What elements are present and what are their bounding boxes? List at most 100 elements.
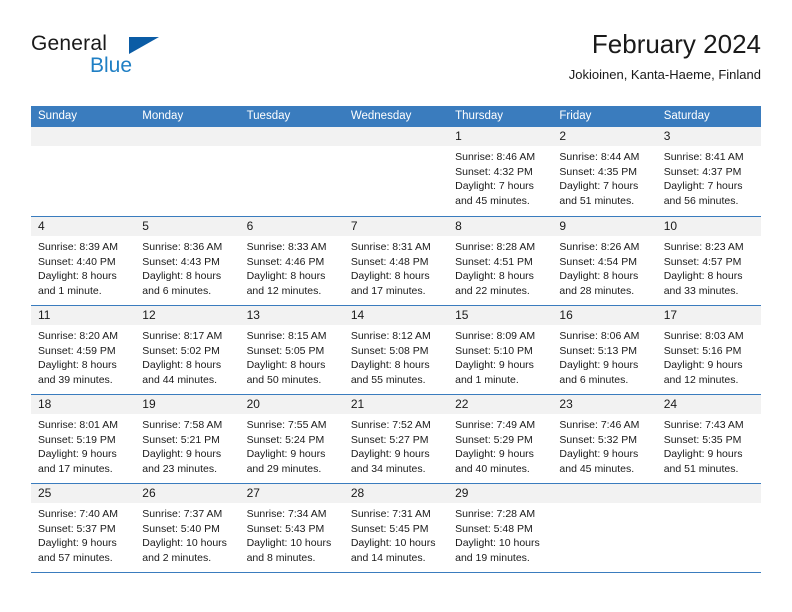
calendar-day-cell[interactable]: 12 Sunrise: 8:17 AM Sunset: 5:02 PM Dayligh… — [135, 306, 240, 394]
day-detail-line: and 45 minutes. — [455, 194, 530, 207]
calendar-day-cell-empty — [31, 127, 136, 216]
day-details: Sunrise: 8:12 AM Sunset: 5:08 PM Daylight:… — [344, 325, 448, 387]
day-detail-line: Daylight: 9 hours — [455, 448, 534, 461]
day-number: 13 — [246, 308, 260, 322]
day-details: Sunrise: 8:28 AM Sunset: 4:51 PM Daylight:… — [448, 236, 552, 298]
grid-bottom-rule — [31, 572, 761, 573]
calendar-day-cell[interactable]: 7 Sunrise: 8:31 AM Sunset: 4:48 PM Daylight… — [343, 217, 449, 305]
calendar-day-cell[interactable]: 17 Sunrise: 8:03 AM Sunset: 5:16 PM Dayligh… — [656, 306, 761, 394]
day-number-band: 24 — [656, 395, 761, 414]
day-details: Sunrise: 8:15 AM Sunset: 5:05 PM Daylight:… — [240, 325, 344, 387]
day-detail-line: and 51 minutes. — [559, 194, 635, 207]
calendar-week-row: 18 Sunrise: 8:01 AM Sunset: 5:19 PM Dayligh… — [31, 394, 761, 483]
day-number-band: 9 — [552, 217, 657, 236]
calendar-week-row: 11 Sunrise: 8:20 AM Sunset: 4:59 PM Dayligh… — [31, 305, 761, 394]
calendar-day-cell[interactable]: 10 Sunrise: 8:23 AM Sunset: 4:57 PM Dayligh… — [656, 217, 761, 305]
calendar-day-cell[interactable]: 5 Sunrise: 8:36 AM Sunset: 4:43 PM Daylight… — [135, 217, 240, 305]
day-details: Sunrise: 8:09 AM Sunset: 5:10 PM Daylight:… — [448, 325, 552, 387]
calendar-day-cell[interactable]: 8 Sunrise: 8:28 AM Sunset: 4:51 PM Daylight… — [448, 217, 553, 305]
calendar-day-cell[interactable]: 29 Sunrise: 7:28 AM Sunset: 5:48 PM Dayligh… — [448, 484, 553, 572]
calendar-day-cell[interactable]: 3 Sunrise: 8:41 AM Sunset: 4:37 PM Daylight… — [656, 127, 761, 216]
day-number-band — [656, 484, 761, 503]
day-details: Sunrise: 7:43 AM Sunset: 5:35 PM Daylight:… — [657, 414, 761, 476]
day-details: Sunrise: 7:28 AM Sunset: 5:48 PM Daylight:… — [448, 503, 552, 565]
day-detail-line: Sunset: 5:32 PM — [559, 433, 638, 446]
calendar-week-row: 25 Sunrise: 7:40 AM Sunset: 5:37 PM Dayligh… — [31, 483, 761, 572]
day-details: Sunrise: 7:46 AM Sunset: 5:32 PM Daylight:… — [552, 414, 656, 476]
day-number: 4 — [38, 219, 45, 233]
calendar-week-row: 1 Sunrise: 8:46 AM Sunset: 4:32 PM Daylight… — [31, 127, 761, 216]
day-number-band: 11 — [31, 306, 136, 325]
calendar-day-cell[interactable]: 23 Sunrise: 7:46 AM Sunset: 5:32 PM Dayligh… — [552, 395, 657, 483]
day-details: Sunrise: 7:31 AM Sunset: 5:45 PM Daylight:… — [344, 503, 448, 565]
day-detail-line: Sunset: 4:35 PM — [559, 165, 638, 178]
calendar-day-cell[interactable]: 19 Sunrise: 7:58 AM Sunset: 5:21 PM Dayligh… — [135, 395, 240, 483]
calendar-day-cell[interactable]: 25 Sunrise: 7:40 AM Sunset: 5:37 PM Dayligh… — [31, 484, 136, 572]
day-detail-line: Sunrise: 8:44 AM — [559, 151, 640, 163]
calendar-day-cell[interactable]: 9 Sunrise: 8:26 AM Sunset: 4:54 PM Daylight… — [552, 217, 657, 305]
day-detail-line: Sunrise: 7:40 AM — [38, 508, 118, 520]
day-detail-line: Sunrise: 8:33 AM — [246, 241, 327, 253]
calendar-day-cell-empty — [135, 127, 240, 216]
day-detail-line: Sunrise: 7:46 AM — [559, 419, 640, 431]
brand-logo[interactable]: General Blue — [31, 32, 251, 92]
day-detail-line: Sunset: 5:27 PM — [350, 433, 429, 446]
day-detail-line: and 12 minutes. — [246, 284, 322, 297]
weekday-header-tuesday: Tuesday — [246, 110, 291, 122]
day-detail-line: Daylight: 7 hours — [663, 180, 743, 193]
day-detail-line: Daylight: 8 hours — [663, 270, 743, 283]
day-detail-line: Daylight: 9 hours — [455, 359, 534, 372]
calendar-day-cell[interactable]: 2 Sunrise: 8:44 AM Sunset: 4:35 PM Daylight… — [552, 127, 657, 216]
calendar-day-cell[interactable]: 21 Sunrise: 7:52 AM Sunset: 5:27 PM Dayligh… — [343, 395, 449, 483]
day-detail-line: and 34 minutes. — [350, 462, 426, 475]
day-detail-line: and 51 minutes. — [663, 462, 739, 475]
day-number: 5 — [142, 219, 149, 233]
calendar-day-cell[interactable]: 6 Sunrise: 8:33 AM Sunset: 4:46 PM Daylight… — [239, 217, 344, 305]
calendar-day-cell[interactable]: 4 Sunrise: 8:39 AM Sunset: 4:40 PM Daylight… — [31, 217, 136, 305]
day-number: 19 — [142, 397, 156, 411]
day-detail-line: Sunrise: 8:03 AM — [663, 330, 744, 342]
page-title: February 2024 — [591, 29, 761, 59]
day-detail-line: and 57 minutes. — [38, 551, 113, 564]
day-number-band: 26 — [135, 484, 240, 503]
calendar-day-cell[interactable]: 16 Sunrise: 8:06 AM Sunset: 5:13 PM Dayligh… — [552, 306, 657, 394]
day-detail-line: Sunset: 5:10 PM — [455, 344, 533, 357]
calendar-day-cell[interactable]: 15 Sunrise: 8:09 AM Sunset: 5:10 PM Dayligh… — [448, 306, 553, 394]
day-number: 16 — [559, 308, 573, 322]
day-detail-line: and 14 minutes. — [350, 551, 426, 564]
calendar-day-cell[interactable]: 24 Sunrise: 7:43 AM Sunset: 5:35 PM Dayligh… — [656, 395, 761, 483]
calendar-day-cell[interactable]: 14 Sunrise: 8:12 AM Sunset: 5:08 PM Dayligh… — [343, 306, 449, 394]
day-detail-line: Sunrise: 8:39 AM — [38, 241, 118, 253]
day-number-band: 19 — [135, 395, 240, 414]
day-detail-line: Sunrise: 7:37 AM — [142, 508, 223, 520]
day-detail-line: and 17 minutes. — [350, 284, 426, 297]
calendar-day-cell[interactable]: 22 Sunrise: 7:49 AM Sunset: 5:29 PM Dayligh… — [448, 395, 553, 483]
calendar-day-cell[interactable]: 26 Sunrise: 7:37 AM Sunset: 5:40 PM Dayligh… — [135, 484, 240, 572]
calendar-day-cell[interactable]: 18 Sunrise: 8:01 AM Sunset: 5:19 PM Dayligh… — [31, 395, 136, 483]
day-details: Sunrise: 7:58 AM Sunset: 5:21 PM Daylight:… — [135, 414, 239, 476]
calendar-day-cell[interactable]: 28 Sunrise: 7:31 AM Sunset: 5:45 PM Dayligh… — [343, 484, 449, 572]
day-detail-line: Sunrise: 7:55 AM — [246, 419, 327, 431]
calendar-day-cell[interactable]: 27 Sunrise: 7:34 AM Sunset: 5:43 PM Dayligh… — [239, 484, 344, 572]
day-number: 17 — [663, 308, 678, 322]
day-detail-line: Sunset: 4:40 PM — [38, 255, 116, 268]
day-details: Sunrise: 8:23 AM Sunset: 4:57 PM Daylight:… — [657, 236, 761, 298]
day-detail-line: Sunset: 5:29 PM — [455, 433, 533, 446]
day-number: 15 — [455, 308, 469, 322]
calendar-day-cell[interactable]: 11 Sunrise: 8:20 AM Sunset: 4:59 PM Dayligh… — [31, 306, 136, 394]
day-number: 26 — [142, 486, 156, 500]
calendar-day-cell[interactable]: 20 Sunrise: 7:55 AM Sunset: 5:24 PM Dayligh… — [239, 395, 344, 483]
day-detail-line: Sunset: 5:21 PM — [142, 433, 220, 446]
calendar-day-cell-empty — [552, 484, 657, 572]
day-detail-line: and 8 minutes. — [246, 551, 316, 564]
day-number-band: 5 — [135, 217, 240, 236]
calendar-day-cell[interactable]: 1 Sunrise: 8:46 AM Sunset: 4:32 PM Daylight… — [448, 127, 553, 216]
day-detail-line: Sunset: 4:54 PM — [559, 255, 638, 268]
day-number-band: 25 — [31, 484, 136, 503]
calendar-day-cell[interactable]: 13 Sunrise: 8:15 AM Sunset: 5:05 PM Dayligh… — [239, 306, 344, 394]
day-detail-line: Sunrise: 7:52 AM — [350, 419, 431, 431]
day-details: Sunrise: 8:46 AM Sunset: 4:32 PM Daylight:… — [448, 146, 552, 208]
day-detail-line: Sunrise: 7:28 AM — [455, 508, 536, 520]
day-number: 1 — [455, 129, 462, 143]
day-detail-line: Sunrise: 8:46 AM — [455, 151, 536, 163]
